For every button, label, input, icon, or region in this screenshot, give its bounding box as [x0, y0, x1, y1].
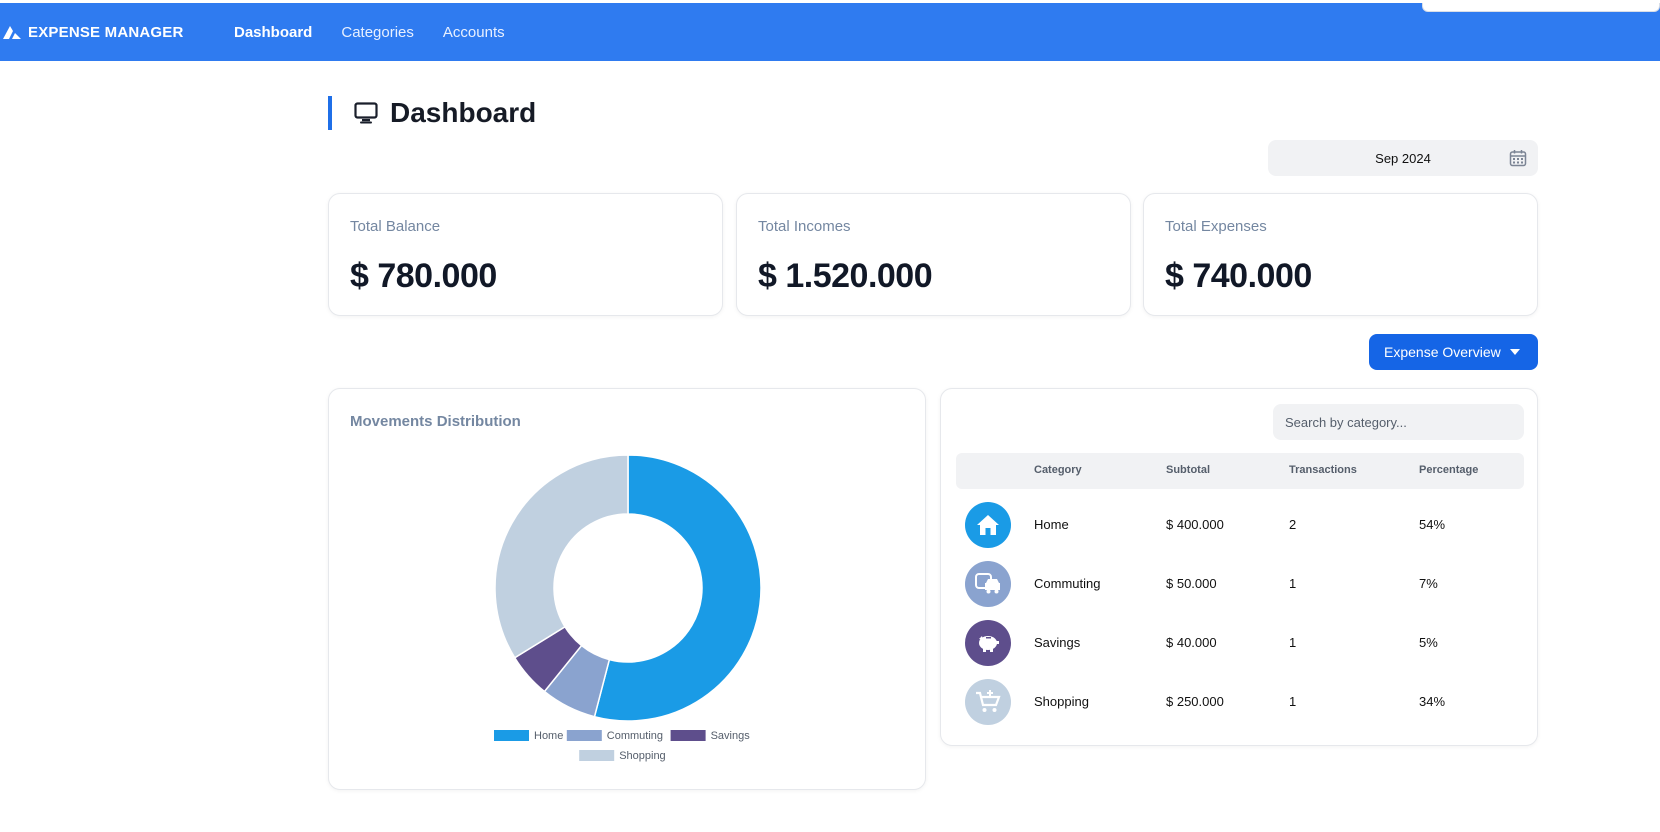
legend-swatch-shopping[interactable] — [579, 750, 615, 761]
legend-label-home[interactable]: Home — [534, 730, 563, 742]
row-category: Shopping — [1034, 694, 1089, 709]
donut-chart: Home Commuting Savings Shopping — [494, 454, 762, 762]
row-subtotal: $ 50.000 — [1166, 576, 1217, 591]
nav-item-categories[interactable]: Categories — [341, 24, 414, 41]
table-row[interactable]: Shopping $ 250.000 1 34% — [956, 674, 1524, 730]
caret-down-icon — [1510, 349, 1520, 355]
row-category: Commuting — [1034, 576, 1101, 591]
car-icon — [965, 561, 1011, 607]
row-category: Savings — [1034, 635, 1081, 650]
legend-swatch-commuting[interactable] — [566, 730, 602, 741]
nav-links: Dashboard Categories Accounts — [234, 3, 534, 61]
piggy-bank-icon — [965, 620, 1011, 666]
header-subtotal[interactable]: Subtotal — [1166, 464, 1210, 476]
row-subtotal: $ 400.000 — [1166, 517, 1224, 532]
movements-distribution-card: Movements Distribution Home Commuting Savi… — [328, 388, 926, 790]
header-category[interactable]: Category — [1034, 464, 1082, 476]
row-percentage: 34% — [1419, 694, 1446, 709]
cart-icon — [965, 679, 1011, 725]
stat-value: $ 1.520.000 — [758, 257, 933, 295]
table-row[interactable]: Savings $ 40.000 1 5% — [956, 615, 1524, 671]
table-header: Category Subtotal Transactions Percentag… — [956, 453, 1524, 489]
legend-label-shopping[interactable]: Shopping — [619, 750, 666, 762]
row-percentage: 5% — [1419, 635, 1438, 650]
donut-slice-shopping[interactable] — [494, 454, 629, 659]
stat-card-total-incomes: Total Incomes $ 1.520.000 — [736, 193, 1131, 316]
row-transactions: 1 — [1289, 694, 1297, 709]
stat-value: $ 780.000 — [350, 257, 497, 295]
brand-name: EXPENSE MANAGER — [28, 23, 184, 41]
header-transactions[interactable]: Transactions — [1289, 464, 1357, 476]
top-navbar: EXPENSE MANAGER Dashboard Categories Acc… — [0, 3, 1660, 61]
legend-label-savings[interactable]: Savings — [711, 730, 751, 742]
row-percentage: 54% — [1419, 517, 1446, 532]
logo-icon — [3, 26, 21, 39]
calendar-icon[interactable] — [1509, 149, 1527, 167]
stat-card-total-expenses: Total Expenses $ 740.000 — [1143, 193, 1538, 316]
row-subtotal: $ 40.000 — [1166, 635, 1217, 650]
home-icon — [965, 502, 1011, 548]
legend-swatch-savings[interactable] — [670, 730, 706, 741]
row-category: Home — [1034, 517, 1069, 532]
row-transactions: 2 — [1289, 517, 1297, 532]
row-transactions: 1 — [1289, 576, 1297, 591]
monitor-icon — [354, 102, 378, 124]
category-search-input[interactable] — [1273, 404, 1524, 440]
row-subtotal: $ 250.000 — [1166, 694, 1224, 709]
table-row[interactable]: Home $ 400.000 2 54% — [956, 497, 1524, 553]
corner-tab — [1422, 3, 1660, 12]
month-picker[interactable]: Sep 2024 — [1268, 140, 1538, 176]
page-title: Dashboard — [328, 96, 536, 130]
row-transactions: 1 — [1289, 635, 1297, 650]
table-row[interactable]: Commuting $ 50.000 1 7% — [956, 556, 1524, 612]
nav-item-accounts[interactable]: Accounts — [443, 24, 505, 41]
stat-value: $ 740.000 — [1165, 257, 1312, 295]
stat-card-total-balance: Total Balance $ 780.000 — [328, 193, 723, 316]
stat-label: Total Incomes — [758, 218, 851, 235]
stat-label: Total Expenses — [1165, 218, 1267, 235]
expense-overview-dropdown[interactable]: Expense Overview — [1369, 334, 1538, 370]
expense-overview-label: Expense Overview — [1384, 344, 1501, 360]
header-percentage[interactable]: Percentage — [1419, 464, 1478, 476]
category-table-card: Category Subtotal Transactions Percentag… — [940, 388, 1538, 746]
row-percentage: 7% — [1419, 576, 1438, 591]
stat-label: Total Balance — [350, 218, 441, 235]
legend-swatch-home[interactable] — [494, 730, 529, 741]
brand[interactable]: EXPENSE MANAGER — [2, 3, 184, 61]
page-title-text: Dashboard — [390, 97, 537, 128]
nav-item-dashboard[interactable]: Dashboard — [234, 24, 312, 41]
legend-label-commuting[interactable]: Commuting — [607, 730, 663, 742]
month-picker-value: Sep 2024 — [1375, 150, 1431, 166]
